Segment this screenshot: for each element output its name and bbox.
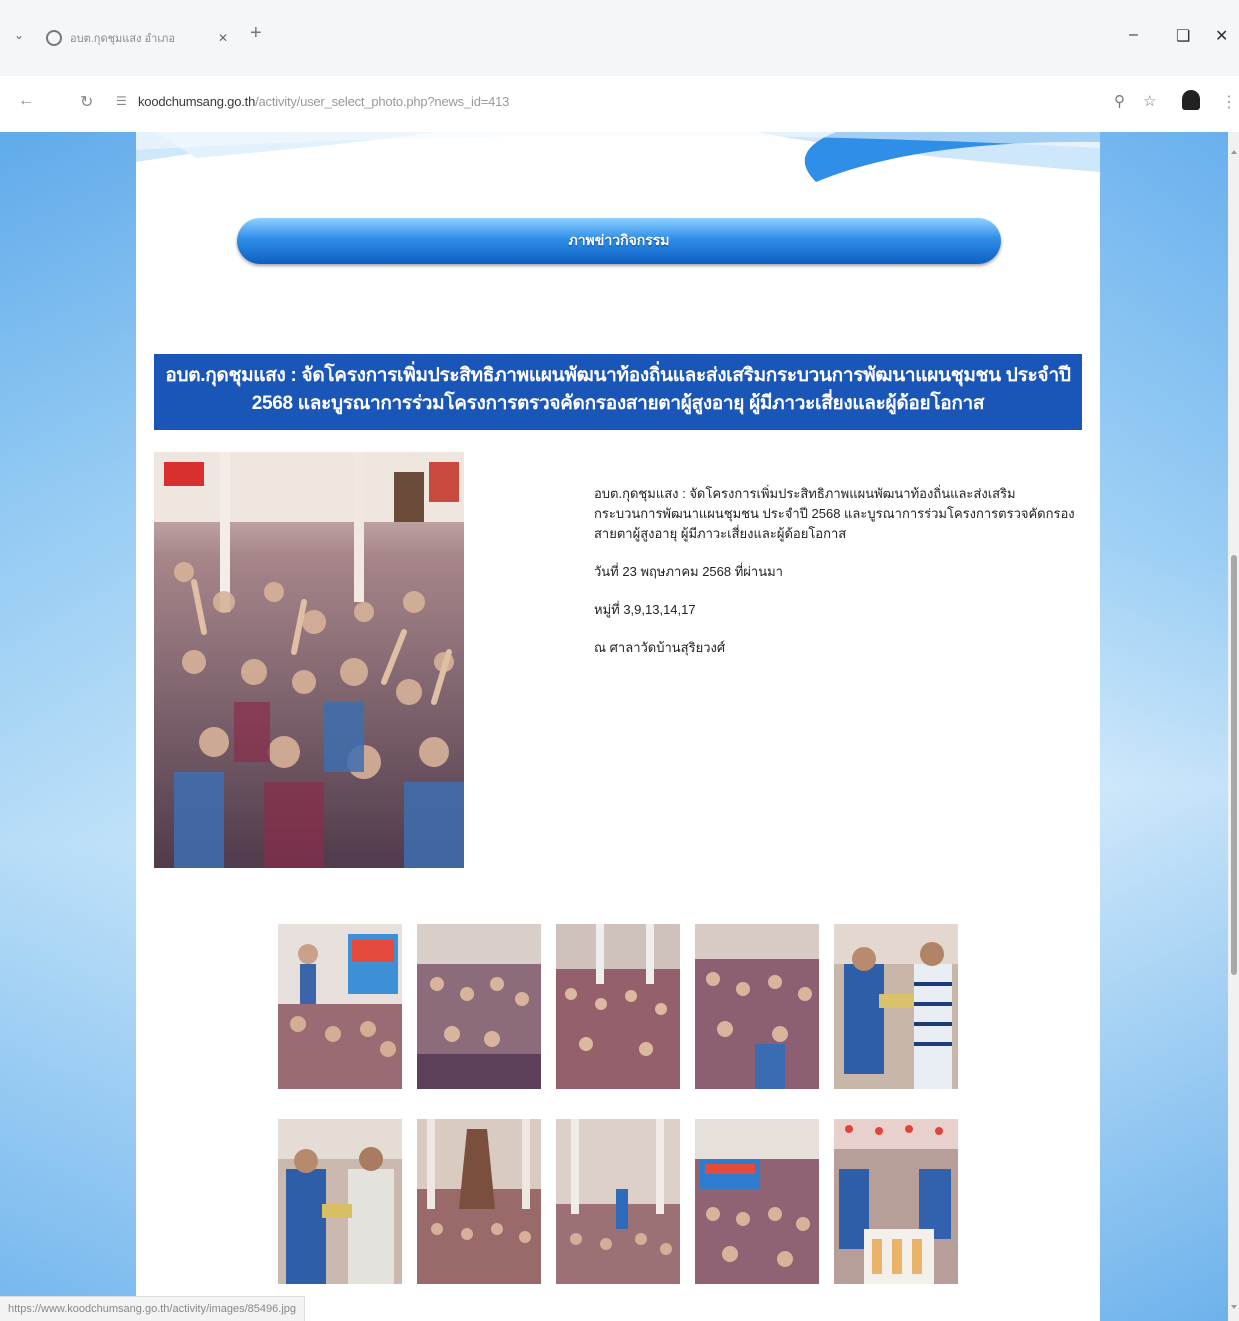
more-menu-icon[interactable]: ⋮	[1221, 92, 1237, 112]
thumbnail-image	[556, 924, 680, 1089]
thumbnail-photo[interactable]	[834, 924, 958, 1089]
new-tab-icon[interactable]: +	[250, 22, 262, 45]
thumbnail-photo[interactable]	[695, 1119, 819, 1284]
main-photo-image	[154, 452, 464, 868]
thumbnail-photo[interactable]	[556, 924, 680, 1089]
window-close-icon[interactable]: ✕	[1215, 26, 1228, 46]
page-viewport: ภาพข่าวกิจกรรม อบต.กุดชุมแสง : จัดโครงกา…	[0, 132, 1228, 1321]
thumbnail-image	[834, 1119, 958, 1284]
thumbnail-photo[interactable]	[556, 1119, 680, 1284]
villages-line: หมู่ที่ 3,9,13,14,17	[594, 602, 696, 617]
zoom-icon[interactable]: ⚲	[1114, 92, 1125, 110]
browser-tab-strip: ⌄ อบต.กุดชุมแสง อำเภอ ✕ + – ❏ ✕	[0, 0, 1239, 76]
thumbnail-image	[417, 924, 541, 1089]
tab-search-icon[interactable]: ⌄	[14, 28, 24, 42]
description-text: อบต.กุดชุมแสง : จัดโครงการเพิ่มประสิทธิภ…	[594, 486, 1075, 541]
news-title: อบต.กุดชุมแสง : จัดโครงการเพิ่มประสิทธิภ…	[154, 354, 1082, 430]
tab-title: อบต.กุดชุมแสง อำเภอ	[70, 33, 175, 45]
thumbnail-image	[556, 1119, 680, 1284]
section-heading-bar: ภาพข่าวกิจกรรม	[237, 218, 1001, 264]
date-line: วันที่ 23 พฤษภาคม 2568 ที่ผ่านมา	[594, 564, 783, 579]
thumbnail-image	[278, 1119, 402, 1284]
thumbnail-image	[695, 1119, 819, 1284]
scrollbar-thumb[interactable]	[1231, 555, 1237, 975]
back-icon[interactable]: ←	[18, 92, 34, 110]
section-heading: ภาพข่าวกิจกรรม	[568, 232, 670, 248]
globe-icon	[46, 30, 62, 46]
side-decoration-right	[1100, 132, 1228, 1321]
thumbnail-photo[interactable]	[417, 1119, 541, 1284]
reload-icon[interactable]: ↻	[80, 92, 93, 112]
main-photo[interactable]	[154, 452, 464, 868]
venue-line: ณ ศาลาวัดบ้านสุริยวงศ์	[594, 640, 726, 655]
thumbnail-photo[interactable]	[695, 924, 819, 1089]
thumbnail-photo[interactable]	[834, 1119, 958, 1284]
thumbnail-photo[interactable]	[417, 924, 541, 1089]
link-status-url: https://www.koodchumsang.go.th/activity/…	[0, 1296, 305, 1321]
restore-icon[interactable]: ❏	[1176, 26, 1190, 46]
thumbnail-photo[interactable]	[278, 1119, 402, 1284]
thumbnail-image	[834, 924, 958, 1089]
url-path: /activity/user_select_photo.php?news_id=…	[255, 94, 510, 109]
address-bar: ← ↻ ☰ koodchumsang.go.th/activity/user_s…	[0, 76, 1239, 132]
browser-tab[interactable]: อบต.กุดชุมแสง อำเภอ ✕	[38, 18, 248, 58]
url-field[interactable]: koodchumsang.go.th/activity/user_select_…	[138, 94, 509, 109]
thumbnail-photo[interactable]	[278, 924, 402, 1089]
url-host: koodchumsang.go.th	[138, 94, 256, 109]
site-info-icon[interactable]: ☰	[116, 94, 127, 108]
close-icon[interactable]: ✕	[218, 31, 228, 45]
header-swoosh	[136, 132, 1100, 182]
side-decoration-left	[0, 132, 140, 1321]
content-panel: ภาพข่าวกิจกรรม อบต.กุดชุมแสง : จัดโครงกา…	[136, 132, 1100, 1321]
thumbnail-image	[278, 924, 402, 1089]
profile-icon[interactable]	[1182, 90, 1200, 110]
thumbnail-image	[695, 924, 819, 1089]
minimize-icon[interactable]: –	[1129, 26, 1138, 44]
bookmark-star-icon[interactable]: ☆	[1143, 92, 1156, 110]
thumbnail-image	[417, 1119, 541, 1284]
scroll-down-icon[interactable]	[1231, 1305, 1237, 1309]
news-description: อบต.กุดชุมแสง : จัดโครงการเพิ่มประสิทธิภ…	[594, 484, 1084, 676]
scroll-up-icon[interactable]	[1231, 150, 1237, 154]
